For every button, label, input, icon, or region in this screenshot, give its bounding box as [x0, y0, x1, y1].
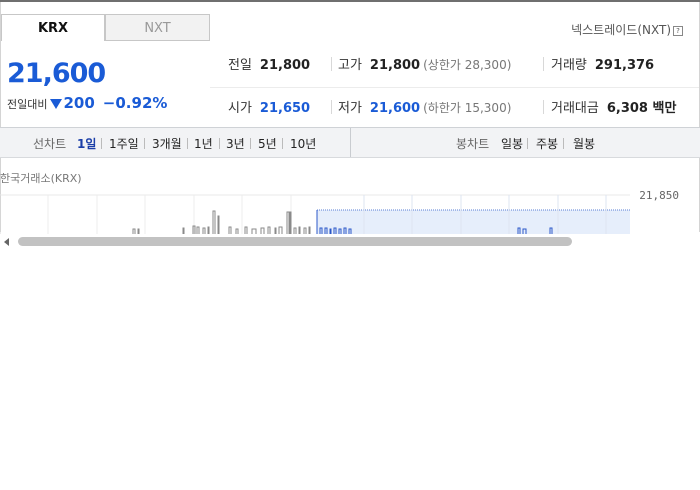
chart-type-divider	[350, 128, 351, 157]
upper-limit: (상한가 28,300)	[423, 58, 512, 72]
lower-limit: (하한가 15,300)	[423, 101, 512, 115]
high-label: 고가	[338, 58, 362, 73]
candle-chart-label: 봉차트	[456, 137, 490, 151]
divider	[331, 57, 332, 71]
open-cell: 시가 21,650	[228, 97, 310, 116]
low-cell: 저가 21,600 (하한가 15,300)	[338, 97, 511, 116]
amount-cell: 거래대금 6,308 백만	[551, 97, 676, 116]
nxt-info-link[interactable]: 넥스트레이드(NXT)?	[571, 21, 683, 38]
current-price: 21,600	[7, 58, 106, 89]
down-arrow-icon	[50, 99, 63, 109]
change-amount: 200	[63, 94, 95, 112]
chart-horizontal-scrollbar[interactable]	[0, 234, 700, 250]
separator	[250, 138, 251, 149]
divider	[543, 57, 544, 71]
low-value: 21,600	[369, 101, 421, 116]
volume-value: 291,376	[594, 58, 655, 73]
intraday-chart[interactable]	[0, 194, 700, 234]
tab-krx[interactable]: KRX	[1, 14, 105, 41]
period-1w[interactable]: 1주일	[109, 135, 139, 152]
low-label: 저가	[338, 101, 362, 116]
open-value: 21,650	[259, 101, 311, 116]
period-3m[interactable]: 3개월	[152, 135, 182, 152]
prev-close-value: 21,800	[259, 58, 311, 73]
price-line-earlier	[132, 210, 311, 234]
separator	[563, 138, 564, 149]
period-1y[interactable]: 1년	[194, 135, 213, 152]
amount-label: 거래대금	[551, 101, 599, 116]
line-chart-label: 선차트	[33, 137, 67, 151]
separator	[282, 138, 283, 149]
change-percent: −0.92%	[102, 94, 168, 112]
tab-underline	[210, 40, 699, 41]
chart-period-bar: 선차트 1일 1주일 3개월 1년 3년 5년 10년 봉차트 일봉 주봉 월봉	[0, 127, 700, 158]
chart-svg	[0, 194, 630, 234]
scroll-left-icon[interactable]	[4, 238, 9, 246]
volume-label: 거래량	[551, 58, 587, 73]
help-icon[interactable]: ?	[673, 26, 683, 36]
divider	[543, 100, 544, 114]
amount-value: 6,308 백만	[606, 101, 677, 116]
prev-close-cell: 전일 21,800	[228, 54, 310, 73]
high-cell: 고가 21,800 (상한가 28,300)	[338, 54, 511, 73]
exchange-label: 한국거래소(KRX)	[0, 172, 82, 185]
candle-monthly[interactable]: 월봉	[573, 135, 595, 152]
scroll-thumb[interactable]	[18, 237, 572, 246]
volume-cell: 거래량 291,376	[551, 54, 654, 73]
separator	[219, 138, 220, 149]
tab-nxt[interactable]: NXT	[105, 14, 210, 41]
candle-weekly[interactable]: 주봉	[536, 135, 558, 152]
separator	[187, 138, 188, 149]
period-3y[interactable]: 3년	[226, 135, 245, 152]
open-label: 시가	[228, 101, 252, 116]
separator	[144, 138, 145, 149]
separator	[527, 138, 528, 149]
period-10y[interactable]: 10년	[290, 135, 316, 152]
candle-daily[interactable]: 일봉	[501, 135, 523, 152]
divider	[331, 100, 332, 114]
prev-close-label: 전일	[228, 58, 252, 73]
period-5y[interactable]: 5년	[258, 135, 277, 152]
separator	[101, 138, 102, 149]
period-1d[interactable]: 1일	[77, 135, 96, 152]
nxt-link-label: 넥스트레이드(NXT)	[571, 23, 671, 37]
change-label: 전일대비	[7, 98, 48, 111]
row-separator	[210, 87, 699, 88]
price-change: 전일대비 200 −0.92%	[7, 94, 167, 112]
high-value: 21,800	[369, 58, 421, 73]
